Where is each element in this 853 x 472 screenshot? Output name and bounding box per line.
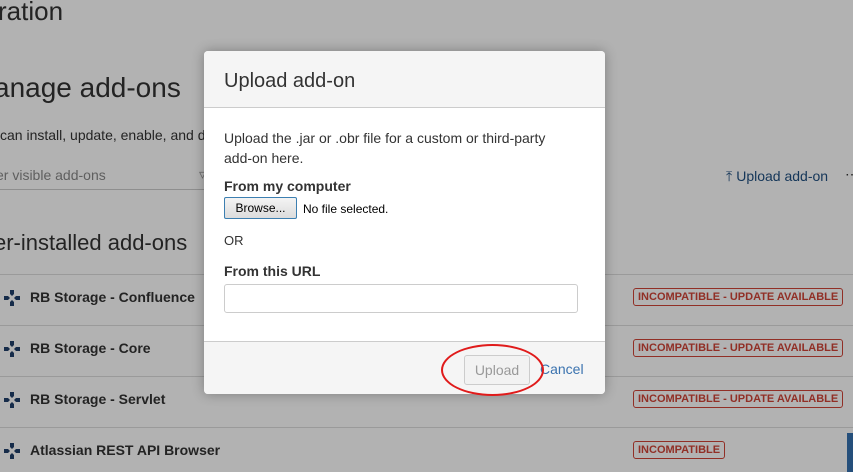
browse-button[interactable]: Browse... <box>224 197 297 219</box>
dialog-description: Upload the .jar or .obr file for a custo… <box>224 130 546 166</box>
dialog-footer: Upload Cancel <box>204 341 605 394</box>
cancel-link[interactable]: Cancel <box>540 361 584 377</box>
file-status: No file selected. <box>303 202 389 216</box>
upload-addon-dialog: Upload add-on Upload the .jar or .obr fi… <box>204 51 605 394</box>
url-input[interactable] <box>224 284 578 313</box>
dialog-body: Upload the .jar or .obr file for a custo… <box>204 108 605 342</box>
from-computer-label: From my computer <box>224 178 351 194</box>
or-separator: OR <box>224 233 244 248</box>
annotation-highlight-circle <box>441 344 544 396</box>
dialog-title: Upload add-on <box>224 70 356 92</box>
dialog-header: Upload add-on <box>204 51 605 108</box>
from-url-label: From this URL <box>224 263 321 279</box>
